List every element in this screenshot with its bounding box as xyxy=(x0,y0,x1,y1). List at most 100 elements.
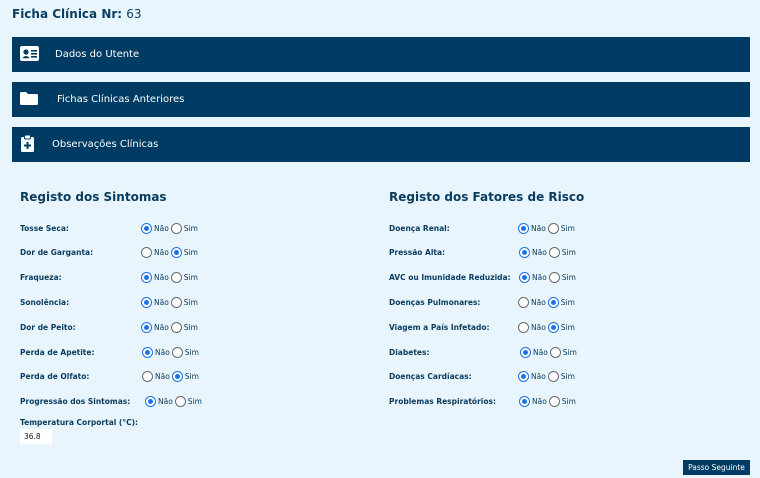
yes-no-radio-group: Não Sim xyxy=(142,346,201,358)
accordion-dados-utente[interactable]: Dados do Utente xyxy=(12,37,750,72)
radio-sim[interactable] xyxy=(549,346,561,358)
yes-no-radio-group: Não Sim xyxy=(520,346,579,358)
yes-no-radio-group: Não Sim xyxy=(141,247,200,259)
option-nao-label: Não xyxy=(154,248,169,258)
question-label: AVC ou Imunidade Reduzida: xyxy=(389,273,511,283)
symptom-row: Perda de Olfato: Não Sim xyxy=(20,369,260,385)
next-step-button[interactable]: Passo Seguinte xyxy=(683,460,750,475)
radio-nao[interactable] xyxy=(519,396,530,408)
radio-nao[interactable] xyxy=(145,396,156,408)
question-label: Doença Renal: xyxy=(389,223,450,233)
option-nao-label: Não xyxy=(154,273,169,283)
radio-sim[interactable] xyxy=(171,371,183,383)
radio-sim[interactable] xyxy=(170,272,182,284)
radio-nao[interactable] xyxy=(519,272,530,284)
question-label: Doenças Pulmonares: xyxy=(389,297,481,307)
id-card-icon xyxy=(20,46,39,61)
option-sim-label: Sim xyxy=(561,273,576,283)
option-nao-label: Não xyxy=(533,347,548,357)
accordion-fichas-anteriores[interactable]: Fichas Clínicas Anteriores xyxy=(12,82,750,117)
risk-factor-row: Doenças Pulmonares: Não Sim xyxy=(389,294,629,310)
option-sim-label: Sim xyxy=(183,223,198,233)
question-label: Perda de Apetite: xyxy=(20,347,95,357)
accordion-label: Observações Clínicas xyxy=(52,139,159,150)
radio-sim[interactable] xyxy=(171,346,183,358)
option-nao-label: Não xyxy=(532,397,547,407)
option-sim-label: Sim xyxy=(183,248,198,258)
symptom-row: Sonolência: Não Sim xyxy=(20,294,260,310)
radio-sim[interactable] xyxy=(174,396,186,408)
risk-factor-row: Diabetes: Não Sim xyxy=(389,344,629,360)
radio-nao[interactable] xyxy=(518,371,529,383)
radio-nao[interactable] xyxy=(142,346,153,358)
risk-factor-row: Doenças Cardíacas: Não Sim xyxy=(389,369,629,385)
radio-sim[interactable] xyxy=(170,222,182,234)
option-sim-label: Sim xyxy=(183,297,198,307)
option-sim-label: Sim xyxy=(183,273,198,283)
option-nao-label: Não xyxy=(155,372,170,382)
folder-icon xyxy=(20,92,38,105)
option-nao-label: Não xyxy=(532,273,547,283)
radio-sim[interactable] xyxy=(547,222,559,234)
radio-sim[interactable] xyxy=(170,247,182,259)
radio-sim[interactable] xyxy=(170,296,182,308)
yes-no-radio-group: Não Sim xyxy=(142,371,201,383)
option-nao-label: Não xyxy=(154,322,169,332)
option-sim-label: Sim xyxy=(560,223,575,233)
option-nao-label: Não xyxy=(158,397,173,407)
question-label: Tosse Seca: xyxy=(20,223,69,233)
radio-nao[interactable] xyxy=(520,346,531,358)
question-label: Doenças Cardíacas: xyxy=(389,372,472,382)
symptom-row: Dor de Peito: Não Sim xyxy=(20,319,260,335)
radio-sim[interactable] xyxy=(548,247,560,259)
risk-factor-row: Problemas Respiratórios: Não Sim xyxy=(389,394,629,410)
option-sim-label: Sim xyxy=(184,372,199,382)
yes-no-radio-group: Não Sim xyxy=(518,222,577,234)
temperature-input[interactable] xyxy=(20,429,52,444)
symptom-row: Dor de Garganta: Não Sim xyxy=(20,245,260,261)
yes-no-radio-group: Não Sim xyxy=(145,396,204,408)
temperature-label: Temperatura Corportal (°C): xyxy=(20,418,139,427)
radio-sim[interactable] xyxy=(547,296,559,308)
yes-no-radio-group: Não Sim xyxy=(141,321,200,333)
radio-nao[interactable] xyxy=(141,222,152,234)
radio-sim[interactable] xyxy=(547,371,559,383)
option-sim-label: Sim xyxy=(187,397,202,407)
symptoms-section-title: Registo dos Sintomas xyxy=(20,190,167,204)
radio-nao[interactable] xyxy=(141,247,152,259)
question-label: Dor de Garganta: xyxy=(20,248,94,258)
radio-nao[interactable] xyxy=(141,321,152,333)
radio-sim[interactable] xyxy=(548,272,560,284)
question-label: Viagem a País Infetado: xyxy=(389,322,490,332)
option-sim-label: Sim xyxy=(561,397,576,407)
symptom-row: Fraqueza: Não Sim xyxy=(20,270,260,286)
radio-nao[interactable] xyxy=(142,371,153,383)
risk-factor-row: Pressão Alta: Não Sim xyxy=(389,245,629,261)
option-nao-label: Não xyxy=(532,248,547,258)
risk-factor-row: Viagem a País Infetado: Não Sim xyxy=(389,319,629,335)
option-nao-label: Não xyxy=(531,372,546,382)
question-label: Fraqueza: xyxy=(20,273,62,283)
radio-sim[interactable] xyxy=(547,321,559,333)
question-label: Pressão Alta: xyxy=(389,248,446,258)
yes-no-radio-group: Não Sim xyxy=(519,247,578,259)
yes-no-radio-group: Não Sim xyxy=(519,272,578,284)
option-sim-label: Sim xyxy=(561,248,576,258)
option-nao-label: Não xyxy=(154,223,169,233)
radio-nao[interactable] xyxy=(518,222,529,234)
symptom-row: Perda de Apetite: Não Sim xyxy=(20,344,260,360)
radio-nao[interactable] xyxy=(518,296,529,308)
radio-nao[interactable] xyxy=(141,296,152,308)
radio-nao[interactable] xyxy=(518,321,529,333)
risk-factor-row: Doença Renal: Não Sim xyxy=(389,220,629,236)
radio-nao[interactable] xyxy=(519,247,530,259)
question-label: Dor de Peito: xyxy=(20,322,76,332)
radio-sim[interactable] xyxy=(548,396,560,408)
radio-nao[interactable] xyxy=(141,272,152,284)
option-sim-label: Sim xyxy=(184,347,199,357)
record-number: 63 xyxy=(126,7,142,21)
accordion-observacoes[interactable]: Observações Clínicas xyxy=(12,127,750,162)
question-label: Perda de Olfato: xyxy=(20,372,90,382)
option-sim-label: Sim xyxy=(560,322,575,332)
radio-sim[interactable] xyxy=(170,321,182,333)
